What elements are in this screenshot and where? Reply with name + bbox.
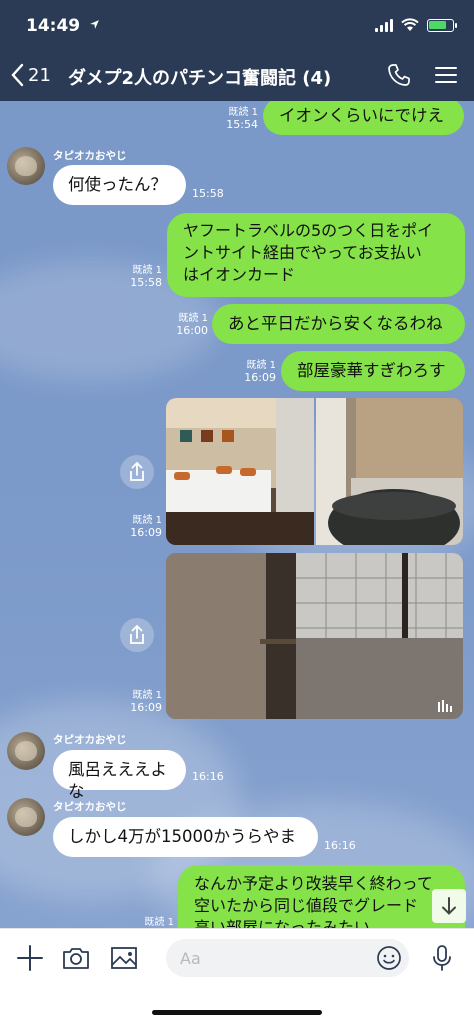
location-arrow-icon: [90, 20, 99, 29]
message-meta: 既読 1 16:00: [176, 313, 208, 337]
message-time: 16:16: [192, 770, 224, 783]
signal-icon: [375, 18, 393, 32]
message-time: 16:16: [324, 839, 356, 852]
unread-count: 21: [28, 64, 51, 86]
avatar[interactable]: [7, 798, 45, 836]
microphone-icon[interactable]: [427, 943, 457, 973]
back-button[interactable]: 21: [10, 63, 51, 87]
sender-name: タピオカおやじ: [53, 801, 127, 813]
image-icon[interactable]: [109, 943, 139, 973]
chat-header: 14:49 21 ダメプ2人のパチンコ奮闘記 (4): [0, 0, 474, 101]
avatar[interactable]: [7, 732, 45, 770]
status-icons: [375, 18, 457, 32]
message-bubble-incoming[interactable]: 何使ったん？: [53, 165, 186, 205]
photo-thumbnails: [166, 398, 463, 545]
message-meta: 既読 1: [144, 917, 174, 928]
back-chevron-icon: [11, 63, 24, 87]
camera-icon[interactable]: [61, 943, 91, 973]
share-button[interactable]: [120, 455, 154, 489]
wifi-icon: [401, 18, 419, 31]
photo-group[interactable]: [166, 398, 463, 545]
chat-title: ダメプ2人のパチンコ奮闘記 (4): [68, 68, 332, 89]
message-text-field[interactable]: [166, 939, 346, 977]
menu-icon[interactable]: [433, 62, 459, 88]
share-icon: [130, 461, 144, 481]
home-indicator: [152, 1010, 322, 1015]
message-bubble-outgoing[interactable]: イオンくらいにでけえ: [263, 101, 464, 135]
scroll-down-button[interactable]: [432, 889, 466, 923]
message-time: 15:58: [192, 187, 224, 200]
message-bubble-outgoing[interactable]: なんか予定より改装早く終わって 空いたから同じ値段でグレード 高い部屋になったみ…: [178, 865, 465, 928]
share-button[interactable]: [120, 618, 154, 652]
message-input[interactable]: [166, 939, 409, 977]
emoji-icon[interactable]: [376, 945, 402, 971]
avatar[interactable]: [7, 147, 45, 185]
share-icon: [130, 624, 144, 644]
message-input-bar: [0, 928, 474, 1024]
message-meta: 既読 1 15:58: [130, 265, 162, 289]
message-bubble-outgoing[interactable]: 部屋豪華すぎわろす: [281, 351, 465, 391]
message-meta: 既読 1 16:09: [130, 515, 162, 539]
chat-area[interactable]: 既読 1 15:54 イオンくらいにでけえ タピオカおやじ 何使ったん？ 15:…: [0, 101, 474, 928]
message-bubble-incoming[interactable]: しかし4万が15000かうらやま: [53, 817, 318, 857]
battery-icon: [427, 18, 457, 32]
video-thumbnail[interactable]: [166, 553, 463, 719]
phone-icon[interactable]: [386, 62, 412, 88]
message-bubble-outgoing[interactable]: あと平日だから安くなるわね: [212, 304, 465, 344]
message-bubble-outgoing[interactable]: ヤフートラベルの5のつく日をポイ ントサイト経由でやってお支払い はイオンカード: [167, 213, 465, 297]
plus-icon[interactable]: [15, 943, 45, 973]
message-meta: 既読 1 15:54: [226, 107, 258, 131]
sender-name: タピオカおやじ: [53, 734, 127, 746]
sender-name: タピオカおやじ: [53, 150, 127, 162]
message-meta: 既読 1 16:09: [244, 360, 276, 384]
message-meta: 既読 1 16:09: [130, 690, 162, 714]
scroll-down-icon: [442, 897, 456, 915]
status-time: 14:49: [26, 16, 100, 36]
message-bubble-incoming[interactable]: 風呂えええよな: [53, 750, 186, 801]
video-icon: [438, 700, 452, 712]
